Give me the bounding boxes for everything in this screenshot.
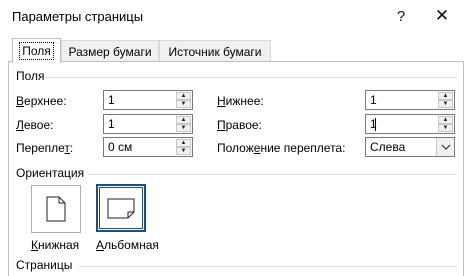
close-icon[interactable]: ✕ — [428, 4, 456, 28]
top-margin-spinner[interactable]: 1 ▲ ▼ — [103, 90, 193, 110]
right-margin-down-icon[interactable]: ▼ — [438, 124, 453, 132]
bottom-margin-label: Нижнее: — [217, 94, 264, 108]
top-margin-down-icon[interactable]: ▼ — [176, 100, 191, 108]
landscape-orientation-button[interactable] — [96, 184, 146, 232]
orientation-group-title: Ориентация — [16, 166, 85, 180]
bottom-margin-up-icon[interactable]: ▲ — [438, 92, 453, 100]
tab-margins[interactable]: Поля — [12, 38, 61, 63]
gutter-down-icon[interactable]: ▼ — [176, 147, 191, 155]
left-margin-label: Левое: — [16, 118, 54, 132]
left-margin-spinner[interactable]: 1 ▲ ▼ — [103, 114, 193, 134]
gutter-up-icon[interactable]: ▲ — [176, 139, 191, 147]
gutter-spinner[interactable]: 0 см ▲ ▼ — [103, 137, 193, 157]
orientation-group-divider — [89, 174, 457, 175]
margins-group-title: Поля — [16, 69, 45, 83]
left-margin-value: 1 — [108, 117, 115, 131]
dialog-title: Параметры страницы — [12, 9, 144, 24]
gutter-position-value: Слева — [370, 140, 406, 154]
gutter-position-label: Положение переплета: — [217, 141, 346, 155]
gutter-position-select[interactable]: Слева — [365, 137, 455, 157]
bottom-margin-spinner[interactable]: 1 ▲ ▼ — [365, 90, 455, 110]
pages-group-divider — [79, 266, 457, 267]
tab-paper-size[interactable]: Размер бумаги — [61, 40, 159, 62]
gutter-label: Переплет: — [16, 141, 74, 155]
help-icon[interactable]: ? — [387, 4, 415, 28]
tab-paper-source-label: Источник бумаги — [168, 44, 262, 59]
bottom-margin-down-icon[interactable]: ▼ — [438, 100, 453, 108]
top-margin-up-icon[interactable]: ▲ — [176, 92, 191, 100]
right-margin-spinner[interactable]: 1 ▲ ▼ — [365, 114, 455, 134]
margins-group-divider — [45, 77, 457, 78]
tab-panel-margins: Поля Верхнее: 1 ▲ ▼ Нижнее: 1 ▲ ▼ Левое:… — [8, 61, 464, 276]
tab-strip: Поля Размер бумаги Источник бумаги — [0, 38, 468, 63]
portrait-label: Книжная — [31, 238, 80, 252]
right-margin-up-icon[interactable]: ▲ — [438, 116, 453, 124]
selection-frame — [99, 187, 143, 229]
portrait-page-icon — [46, 196, 66, 222]
tab-paper-source[interactable]: Источник бумаги — [159, 40, 271, 62]
tab-paper-size-label: Размер бумаги — [68, 44, 152, 59]
landscape-label: Альбомная — [96, 238, 159, 252]
bottom-margin-value: 1 — [370, 93, 377, 107]
text-caret — [375, 118, 376, 131]
left-margin-up-icon[interactable]: ▲ — [176, 116, 191, 124]
portrait-orientation-button[interactable] — [31, 185, 81, 233]
top-margin-value: 1 — [108, 93, 115, 107]
top-margin-label: Верхнее: — [16, 94, 67, 108]
dialog-titlebar: Параметры страницы ? ✕ — [0, 0, 468, 34]
chevron-down-icon[interactable] — [436, 138, 454, 156]
tab-margins-label: Поля — [19, 42, 54, 60]
left-margin-down-icon[interactable]: ▼ — [176, 124, 191, 132]
pages-group-title: Страницы — [16, 258, 73, 272]
right-margin-label: Правое: — [217, 118, 262, 132]
gutter-value: 0 см — [108, 140, 133, 154]
